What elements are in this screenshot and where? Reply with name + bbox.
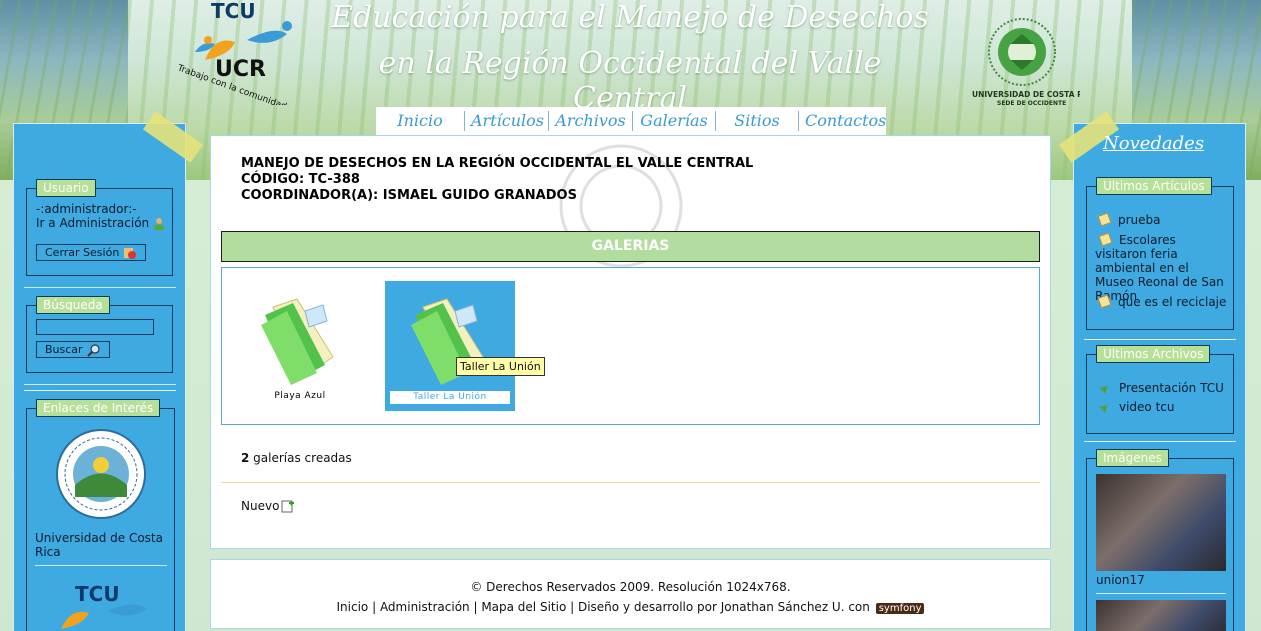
galleries-grid: Playa Azul Taller La Unión xyxy=(221,267,1040,425)
file-link[interactable]: Presentación TCU xyxy=(1099,381,1224,395)
article-title: prueba xyxy=(1118,213,1161,227)
site-title-line-2: en la Región Occidental del Valle Centra… xyxy=(378,46,882,116)
arrow-icon xyxy=(1099,383,1111,394)
project-coordinator: COORDINADOR(A): ISMAEL GUIDO GRANADOS xyxy=(241,188,577,203)
ucr-seal-icon[interactable] xyxy=(55,427,147,521)
logout-button[interactable]: Cerrar Sesión xyxy=(36,244,147,261)
usuario-legend: Usuario xyxy=(36,179,96,197)
tcu-logo[interactable]: TCU UCR Trabajo con la comunidad xyxy=(175,0,300,105)
enlaces-legend: Enlaces de Interés xyxy=(36,399,161,417)
busqueda-panel: Búsqueda Buscar xyxy=(26,296,173,373)
imagenes-legend: Imágenes xyxy=(1096,449,1169,467)
logout-button-label: Cerrar Sesión xyxy=(45,246,120,259)
project-code: CÓDIGO: TC-388 xyxy=(241,172,360,187)
tooltip: Taller La Unión xyxy=(456,357,545,376)
search-button[interactable]: Buscar xyxy=(36,341,110,358)
divider xyxy=(24,287,176,288)
ucr-name-text: UNIVERSIDAD DE COSTA RICA xyxy=(972,90,1080,99)
ultimos-articulos-panel: Ultimos Artículos prueba Escolares visit… xyxy=(1086,177,1234,330)
main-content: MANEJO DE DESECHOS EN LA REGIÓN OCCIDENT… xyxy=(210,135,1051,549)
site-title-line-1: Educación para el Manejo de Desechos xyxy=(331,0,929,35)
ucr-occidente-logo[interactable]: UNIVERSIDAD DE COSTA RICA SEDE DE OCCIDE… xyxy=(965,0,1080,108)
current-user: -:administrador:- xyxy=(36,202,137,216)
imagenes-panel: Imágenes union17 xyxy=(1086,449,1234,631)
copyright: © Derechos Reservados 2009. Resolución 1… xyxy=(470,580,791,594)
enlaces-panel: Enlaces de Interés Universidad de Costa … xyxy=(26,399,175,631)
project-info: MANEJO DE DESECHOS EN LA REGIÓN OCCIDENT… xyxy=(241,156,753,204)
pencil-icon xyxy=(1098,232,1113,247)
divider xyxy=(35,565,167,566)
tcu-logo-small[interactable]: TCU xyxy=(59,579,151,631)
divider xyxy=(24,390,176,391)
article-link[interactable]: que es el reciclaje xyxy=(1097,294,1227,309)
archivos-legend: Ultimos Archivos xyxy=(1096,345,1211,363)
footer-links: Inicio | Administración | Mapa del Sitio… xyxy=(211,600,1050,614)
nav-sitios[interactable]: Sitios xyxy=(715,111,798,131)
symfony-badge[interactable]: symfony xyxy=(875,603,925,614)
nav-archivos[interactable]: Archivos xyxy=(548,111,632,131)
main-nav: Inicio Artículos Archivos Galerías Sitio… xyxy=(376,107,886,135)
galerias-header: GALERIAS xyxy=(221,231,1040,262)
nav-contactos[interactable]: Contactos xyxy=(798,111,886,131)
usuario-panel: Usuario -:administrador:- Ir a Administr… xyxy=(26,179,173,276)
footer-link-mapa[interactable]: Mapa del Sitio xyxy=(481,600,566,614)
new-gallery-link[interactable]: Nuevo xyxy=(241,499,295,513)
admin-link[interactable]: Ir a Administración xyxy=(36,216,165,230)
divider xyxy=(1096,593,1226,594)
new-gallery-label: Nuevo xyxy=(241,499,280,513)
logout-icon xyxy=(124,248,137,259)
arrow-icon xyxy=(1099,402,1111,413)
magnifier-icon xyxy=(86,343,100,357)
articulos-legend: Ultimos Artículos xyxy=(1096,177,1212,195)
footer-link-admin[interactable]: Administración xyxy=(380,600,470,614)
gallery-name: Playa Azul xyxy=(274,391,326,401)
nav-galerias[interactable]: Galerías xyxy=(632,111,715,131)
novedades-heading[interactable]: Novedades xyxy=(1103,133,1204,154)
file-title: video tcu xyxy=(1119,400,1175,414)
article-link[interactable]: Escolares visitaron feria ambiental en e… xyxy=(1095,232,1231,303)
gallery-count: 2 galerías creadas xyxy=(241,451,352,465)
gallery-name: Taller La Unión xyxy=(390,391,510,404)
article-title: Escolares visitaron feria ambiental en e… xyxy=(1095,233,1224,303)
search-input[interactable] xyxy=(36,319,154,335)
tcu-small-text: TCU xyxy=(75,582,120,606)
footer-credit: Diseño y desarrollo por Jonathan Sánchez… xyxy=(577,600,870,614)
ucr-link[interactable]: Universidad de Costa Rica xyxy=(35,531,165,559)
search-button-label: Buscar xyxy=(45,343,83,356)
gallery-item[interactable]: Playa Azul xyxy=(235,281,365,411)
article-link[interactable]: prueba xyxy=(1097,212,1161,227)
image-thumbnail[interactable] xyxy=(1096,474,1226,571)
divider xyxy=(221,482,1040,483)
footer-link-inicio[interactable]: Inicio xyxy=(337,600,369,614)
file-title: Presentación TCU xyxy=(1119,381,1224,395)
new-document-icon xyxy=(281,500,295,513)
file-link[interactable]: video tcu xyxy=(1099,400,1175,414)
pencil-icon xyxy=(1097,212,1112,227)
folder-image-icon xyxy=(261,298,334,385)
footer: © Derechos Reservados 2009. Resolución 1… xyxy=(210,559,1051,629)
gallery-item[interactable]: Taller La Unión xyxy=(385,281,515,411)
divider xyxy=(24,384,176,385)
gallery-count-suffix: galerías creadas xyxy=(249,451,352,465)
image-caption[interactable]: union17 xyxy=(1096,573,1145,587)
article-title: que es el reciclaje xyxy=(1118,295,1227,309)
divider xyxy=(1084,441,1236,442)
nav-inicio[interactable]: Inicio xyxy=(376,111,464,131)
user-icon xyxy=(154,217,165,230)
divider xyxy=(1084,339,1236,340)
busqueda-legend: Búsqueda xyxy=(36,296,110,314)
admin-link-label: Ir a Administración xyxy=(36,216,150,230)
image-thumbnail[interactable] xyxy=(1096,600,1226,631)
project-name: MANEJO DE DESECHOS EN LA REGIÓN OCCIDENT… xyxy=(241,156,754,171)
sede-text: SEDE DE OCCIDENTE xyxy=(997,100,1066,107)
ultimos-archivos-panel: Ultimos Archivos Presentación TCU video … xyxy=(1086,345,1234,434)
nav-articulos[interactable]: Artículos xyxy=(464,111,548,131)
tcu-logo-text: TCU xyxy=(211,0,256,23)
pencil-icon xyxy=(1097,294,1112,309)
